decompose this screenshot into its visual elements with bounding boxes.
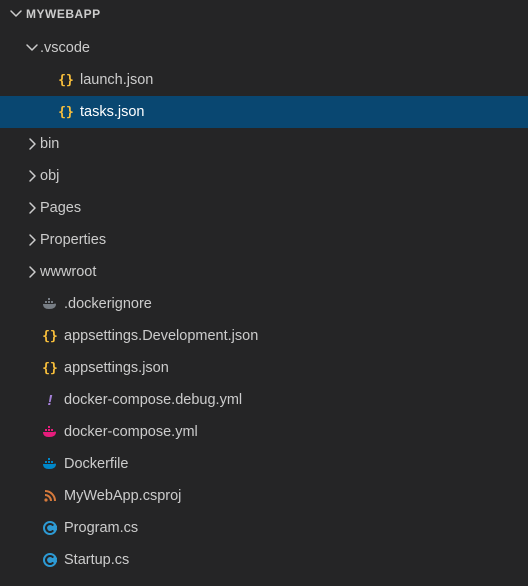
spacer bbox=[40, 72, 56, 88]
file-csproj[interactable]: MyWebApp.csproj bbox=[0, 480, 528, 512]
file-docker-compose-debug[interactable]: docker-compose.debug.yml bbox=[0, 384, 528, 416]
folder-wwwroot[interactable]: wwwroot bbox=[0, 256, 528, 288]
file-label: docker-compose.debug.yml bbox=[64, 392, 242, 408]
folder-obj[interactable]: obj bbox=[0, 160, 528, 192]
folder-pages[interactable]: Pages bbox=[0, 192, 528, 224]
folder-label: obj bbox=[40, 168, 59, 184]
folder-bin[interactable]: bin bbox=[0, 128, 528, 160]
folder-label: wwwroot bbox=[40, 264, 96, 280]
file-label: Startup.cs bbox=[64, 552, 129, 568]
file-label: appsettings.json bbox=[64, 360, 169, 376]
json-icon bbox=[42, 328, 58, 344]
file-label: docker-compose.yml bbox=[64, 424, 198, 440]
folder-label: Pages bbox=[40, 200, 81, 216]
chevron-right-icon bbox=[24, 136, 40, 152]
file-startup-cs[interactable]: Startup.cs bbox=[0, 544, 528, 576]
file-program-cs[interactable]: Program.cs bbox=[0, 512, 528, 544]
spacer bbox=[40, 104, 56, 120]
spacer bbox=[24, 360, 40, 376]
chevron-right-icon bbox=[24, 264, 40, 280]
folder-vscode[interactable]: .vscode bbox=[0, 32, 528, 64]
file-dockerfile[interactable]: Dockerfile bbox=[0, 448, 528, 480]
file-tasks-json[interactable]: tasks.json bbox=[0, 96, 528, 128]
file-launch-json[interactable]: launch.json bbox=[0, 64, 528, 96]
folder-label: .vscode bbox=[40, 40, 90, 56]
csharp-icon bbox=[42, 520, 58, 536]
file-label: Program.cs bbox=[64, 520, 138, 536]
folder-properties[interactable]: Properties bbox=[0, 224, 528, 256]
explorer-header[interactable]: MYWEBAPP bbox=[0, 0, 528, 28]
file-tree: .vscode launch.json tasks.json bin obj P… bbox=[0, 28, 528, 576]
json-icon bbox=[58, 72, 74, 88]
json-icon bbox=[58, 104, 74, 120]
folder-label: Properties bbox=[40, 232, 106, 248]
exclaim-icon bbox=[42, 392, 58, 408]
rss-icon bbox=[42, 488, 58, 504]
file-appsettings-dev[interactable]: appsettings.Development.json bbox=[0, 320, 528, 352]
json-icon bbox=[42, 360, 58, 376]
file-label: .dockerignore bbox=[64, 296, 152, 312]
file-docker-compose[interactable]: docker-compose.yml bbox=[0, 416, 528, 448]
file-label: MyWebApp.csproj bbox=[64, 488, 181, 504]
spacer bbox=[24, 488, 40, 504]
chevron-right-icon bbox=[24, 232, 40, 248]
chevron-right-icon bbox=[24, 200, 40, 216]
file-label: appsettings.Development.json bbox=[64, 328, 258, 344]
docker-icon bbox=[42, 456, 58, 472]
file-label: tasks.json bbox=[80, 104, 144, 120]
folder-label: bin bbox=[40, 136, 59, 152]
chevron-down-icon bbox=[8, 6, 24, 22]
file-label: Dockerfile bbox=[64, 456, 128, 472]
chevron-right-icon bbox=[24, 168, 40, 184]
spacer bbox=[24, 520, 40, 536]
file-label: launch.json bbox=[80, 72, 153, 88]
explorer-title: MYWEBAPP bbox=[26, 7, 101, 21]
spacer bbox=[24, 456, 40, 472]
docker-icon bbox=[42, 424, 58, 440]
file-appsettings[interactable]: appsettings.json bbox=[0, 352, 528, 384]
chevron-down-icon bbox=[24, 40, 40, 56]
spacer bbox=[24, 552, 40, 568]
spacer bbox=[24, 328, 40, 344]
csharp-icon bbox=[42, 552, 58, 568]
spacer bbox=[24, 392, 40, 408]
file-dockerignore[interactable]: .dockerignore bbox=[0, 288, 528, 320]
spacer bbox=[24, 296, 40, 312]
docker-icon bbox=[42, 296, 58, 312]
spacer bbox=[24, 424, 40, 440]
